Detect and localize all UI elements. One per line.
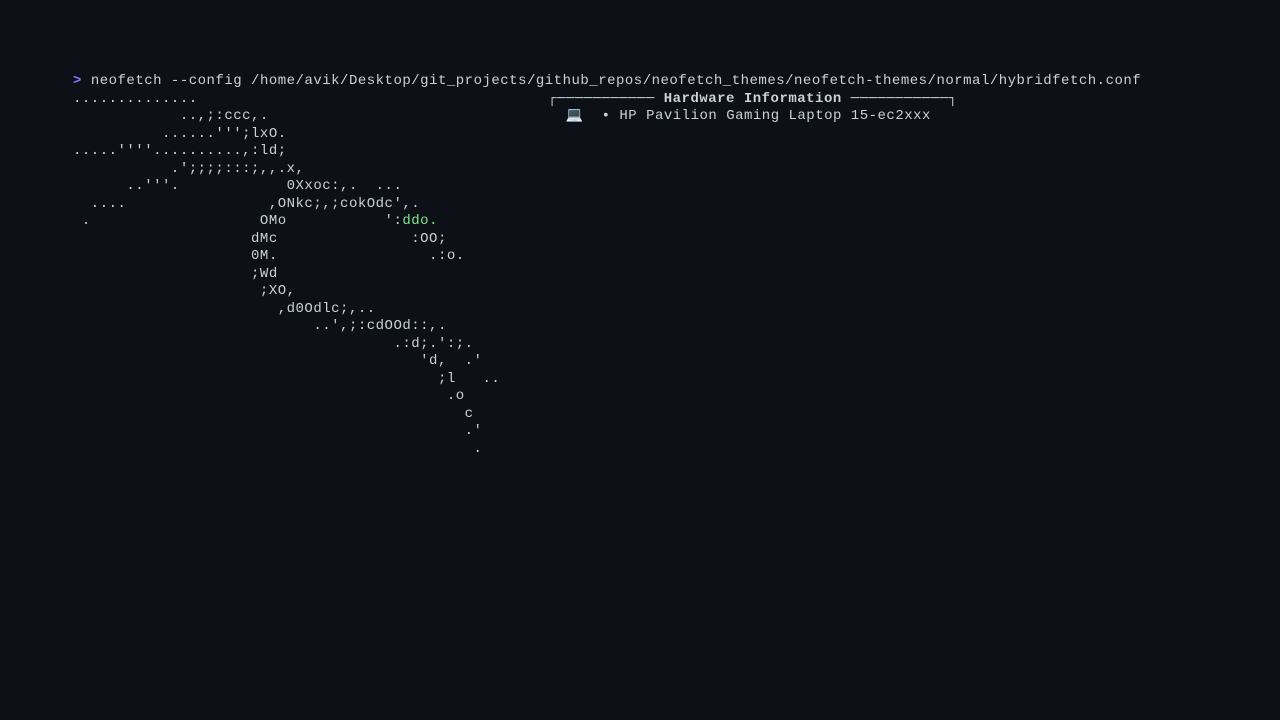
output-row: .... ,ONkc;,;cokOdc',. xyxy=(73,196,1280,214)
output-row: . xyxy=(73,441,1280,459)
output-row: c xyxy=(73,406,1280,424)
output-row: .............. ┌─────────── Hardware Inf… xyxy=(73,91,1280,109)
host-value: HP Pavilion Gaming Laptop 15-ec2xxx xyxy=(619,108,931,124)
ascii-green-fragment: ddo. xyxy=(402,213,438,229)
prompt-symbol: > xyxy=(73,73,82,89)
ascii-line: 0M. .:o. xyxy=(73,248,548,266)
box-dash: ─────────── xyxy=(557,91,664,107)
ascii-line: ;l .. xyxy=(73,371,548,389)
box-corner-left: ┌ xyxy=(548,91,557,107)
box-dash: ─────────── xyxy=(842,91,949,107)
ascii-line: .o xyxy=(73,388,548,406)
ascii-line: . xyxy=(73,441,548,459)
terminal-output[interactable]: > neofetch --config /home/avik/Desktop/g… xyxy=(73,73,1280,458)
output-row: .';;;;:::;,,.x, xyxy=(73,161,1280,179)
output-row: 0M. .:o. xyxy=(73,248,1280,266)
output-row: ;l .. xyxy=(73,371,1280,389)
output-row: . OMo ':ddo. xyxy=(73,213,1280,231)
output-row: 'd, .' xyxy=(73,353,1280,371)
output-row: ..',;:cdOOd::,. xyxy=(73,318,1280,336)
ascii-line: dMc :OO; xyxy=(73,231,548,249)
ascii-line: ,d0Odlc;,.. xyxy=(73,301,548,319)
info-host-line: 💻 • HP Pavilion Gaming Laptop 15-ec2xxx xyxy=(548,108,1280,126)
output-row: ,d0Odlc;,.. xyxy=(73,301,1280,319)
output-row: .' xyxy=(73,423,1280,441)
ascii-line: ;Wd xyxy=(73,266,548,284)
output-row: ;Wd xyxy=(73,266,1280,284)
output-row: ..'''. 0Xxoc:,. ... xyxy=(73,178,1280,196)
output-row: ......''';lxO. xyxy=(73,126,1280,144)
output-row: dMc :OO; xyxy=(73,231,1280,249)
ascii-line: ......''';lxO. xyxy=(73,126,548,144)
ascii-line: .....''''..........,:ld; xyxy=(73,143,548,161)
output-row: .:d;.':;. xyxy=(73,336,1280,354)
output-row: .o xyxy=(73,388,1280,406)
ascii-line: .:d;.':;. xyxy=(73,336,548,354)
section-title: Hardware Information xyxy=(664,91,842,107)
ascii-line: .............. xyxy=(73,91,548,109)
ascii-line: . OMo ':ddo. xyxy=(73,213,548,231)
output-row: ..,;:ccc,. 💻 • HP Pavilion Gaming Laptop… xyxy=(73,108,1280,126)
ascii-line: .... ,ONkc;,;cokOdc',. xyxy=(73,196,548,214)
ascii-line: ..,;:ccc,. xyxy=(73,108,548,126)
ascii-line: ..'''. 0Xxoc:,. ... xyxy=(73,178,548,196)
ascii-line: .' xyxy=(73,423,548,441)
info-header-line: ┌─────────── Hardware Information ──────… xyxy=(548,91,1280,109)
output-row: .....''''..........,:ld; xyxy=(73,143,1280,161)
command-text: neofetch --config /home/avik/Desktop/git… xyxy=(91,73,1141,89)
box-corner-right: ┐ xyxy=(949,91,958,107)
output-row: ;XO, xyxy=(73,283,1280,301)
laptop-icon: 💻 xyxy=(566,108,584,124)
ascii-line: ;XO, xyxy=(73,283,548,301)
ascii-line: c xyxy=(73,406,548,424)
prompt-line: > neofetch --config /home/avik/Desktop/g… xyxy=(73,73,1280,91)
bullet-icon: • xyxy=(602,108,611,124)
ascii-line: ..',;:cdOOd::,. xyxy=(73,318,548,336)
ascii-line: .';;;;:::;,,.x, xyxy=(73,161,548,179)
ascii-line: 'd, .' xyxy=(73,353,548,371)
